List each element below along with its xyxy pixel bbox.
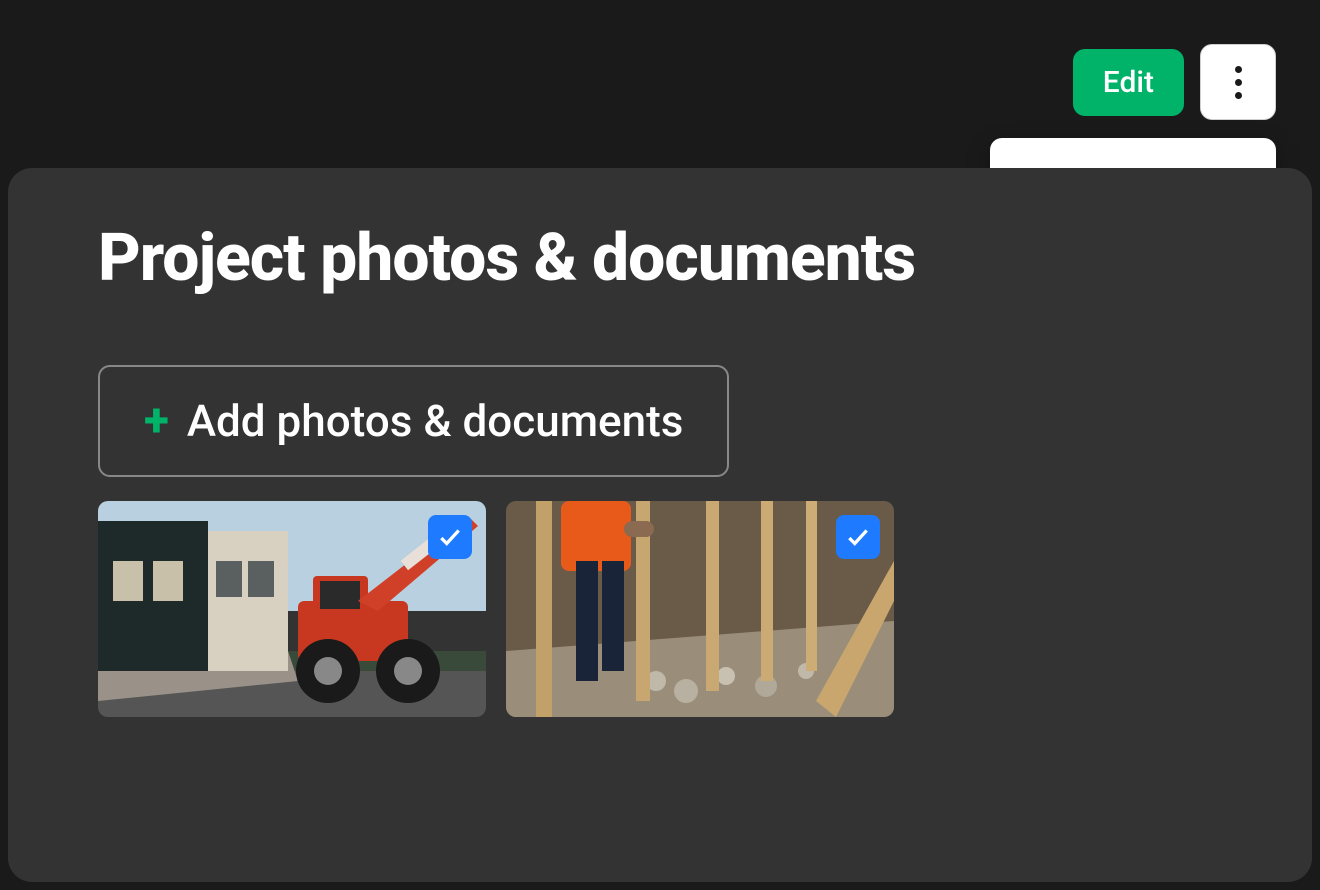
thumbnail-item[interactable] (98, 501, 486, 717)
header-toolbar: Edit (1073, 44, 1276, 120)
thumbnail-grid (98, 501, 1222, 717)
selected-check-icon (836, 515, 880, 559)
add-photos-documents-button[interactable]: + Add photos & documents (98, 365, 729, 477)
edit-button[interactable]: Edit (1073, 49, 1184, 116)
more-options-button[interactable] (1200, 44, 1276, 120)
selected-check-icon (428, 515, 472, 559)
plus-icon: + (144, 398, 169, 444)
app-frame: Edit Copy link Project photos & document… (0, 0, 1320, 890)
more-vertical-icon (1235, 66, 1242, 99)
project-media-panel: Project photos & documents + Add photos … (8, 168, 1312, 882)
panel-title: Project photos & documents (98, 220, 1222, 297)
add-button-label: Add photos & documents (187, 395, 684, 447)
thumbnail-item[interactable] (506, 501, 894, 717)
